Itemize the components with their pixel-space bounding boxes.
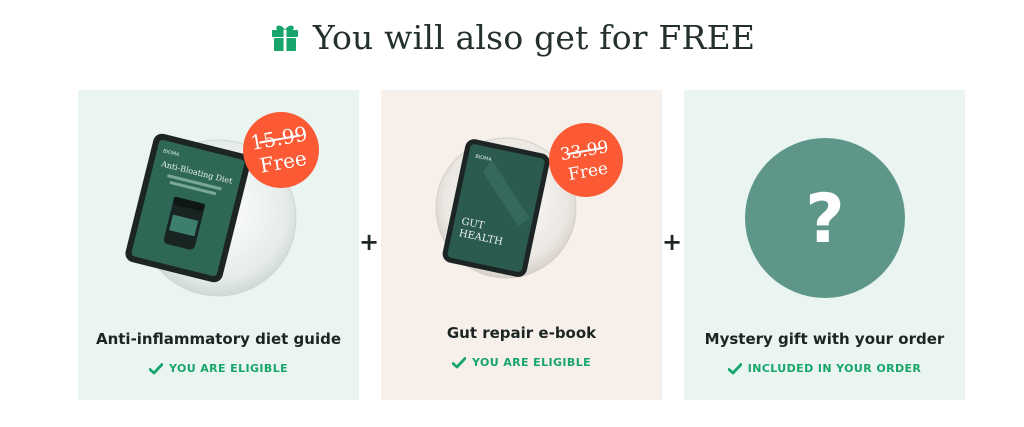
- plus-separator: +: [661, 228, 683, 256]
- mystery-gift-artwork: ?: [745, 138, 905, 298]
- status-text: YOU ARE ELIGIBLE: [471, 356, 592, 369]
- check-icon: [148, 362, 163, 374]
- plus-separator: +: [358, 228, 380, 256]
- eligibility-status: YOU ARE ELIGIBLE: [78, 362, 359, 375]
- inclusion-status: INCLUDED IN YOUR ORDER: [684, 362, 965, 375]
- offer-title: Anti-inflammatory diet guide: [95, 330, 342, 348]
- offer-title: Mystery gift with your order: [704, 330, 945, 348]
- diet-guide-artwork: BIOMA Anti-Bloating Diet 15.99 Free: [125, 112, 319, 297]
- offer-title: Gut repair e-book: [446, 324, 597, 342]
- section-title: You will also get for FREE: [312, 17, 756, 57]
- offer-card-gut-ebook: BIOMA GUT HEALTH 33.99 Free Gut repair e…: [381, 90, 662, 400]
- check-icon: [727, 362, 742, 374]
- section-header: You will also get for FREE: [0, 14, 1024, 60]
- status-text: INCLUDED IN YOUR ORDER: [747, 362, 922, 375]
- question-mark-icon: ?: [805, 180, 844, 259]
- gift-icon: [271, 25, 298, 51]
- status-text: YOU ARE ELIGIBLE: [168, 362, 289, 375]
- gut-ebook-artwork: BIOMA GUT HEALTH 33.99 Free: [435, 123, 623, 279]
- offer-card-mystery-gift: ? Mystery gift with your order INCLUDED …: [684, 90, 965, 400]
- offer-card-diet-guide: BIOMA Anti-Bloating Diet 15.99 Free Anti…: [78, 90, 359, 400]
- eligibility-status: YOU ARE ELIGIBLE: [381, 356, 662, 369]
- check-icon: [451, 356, 466, 368]
